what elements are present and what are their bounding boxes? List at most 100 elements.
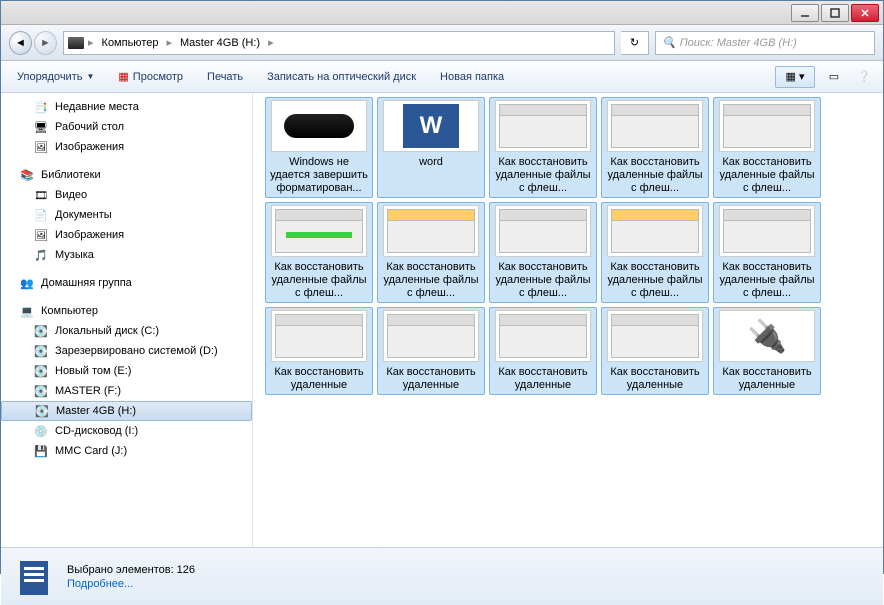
- thumbnail-label: Как восстановить удаленные файлы с флеш.…: [604, 156, 706, 195]
- thumbnail-label: Как восстановить удаленные файлы с флеш.…: [492, 261, 594, 300]
- back-button[interactable]: ◄: [9, 31, 32, 55]
- minimize-button[interactable]: [791, 4, 819, 22]
- nav-icon: 📚: [19, 167, 35, 183]
- file-thumbnail[interactable]: Как восстановить удаленные: [601, 307, 709, 395]
- preview-button[interactable]: ▦Просмотр: [110, 66, 191, 87]
- thumbnail-image: W: [383, 100, 479, 152]
- address-bar[interactable]: ▸ Компьютер ▸ Master 4GB (H:) ▸: [63, 31, 615, 55]
- file-thumbnail[interactable]: 🔌Как восстановить удаленные: [713, 307, 821, 395]
- thumbnail-image: [383, 205, 479, 257]
- sidebar-item[interactable]: 🖼 Изображения: [1, 137, 252, 157]
- burn-button[interactable]: Записать на оптический диск: [259, 67, 424, 87]
- nav-label: Недавние места: [55, 101, 139, 113]
- sidebar-item[interactable]: 📚 Библиотеки: [1, 165, 252, 185]
- nav-icon: 🖼: [33, 139, 49, 155]
- nav-icon: 📄: [33, 207, 49, 223]
- file-thumbnail[interactable]: Как восстановить удаленные файлы с флеш.…: [713, 97, 821, 198]
- organize-button[interactable]: Упорядочить▼: [9, 67, 102, 87]
- thumbnail-label: Как восстановить удаленные: [380, 366, 482, 392]
- nav-label: Зарезервировано системой (D:): [55, 345, 218, 357]
- file-thumbnail[interactable]: Как восстановить удаленные файлы с флеш.…: [265, 202, 373, 303]
- sidebar-item[interactable]: 💽Новый том (E:): [1, 361, 252, 381]
- sidebar-item[interactable]: 💽 Зарезервировано системой (D:): [1, 341, 252, 361]
- nav-label: Изображения: [55, 229, 124, 241]
- sidebar-item[interactable]: 💽 MASTER (F:): [1, 381, 252, 401]
- nav-label: MASTER (F:): [55, 385, 121, 397]
- nav-icon: 💽: [33, 363, 49, 379]
- nav-back-forward[interactable]: ◄ ►: [9, 29, 57, 57]
- thumbnail-label: Как восстановить удаленные: [492, 366, 594, 392]
- file-thumbnail[interactable]: Как восстановить удаленные файлы с флеш.…: [489, 97, 597, 198]
- sidebar-item[interactable]: 💽Master 4GB (H:): [1, 401, 252, 421]
- file-thumbnail[interactable]: Как восстановить удаленные: [489, 307, 597, 395]
- status-file-icon: [13, 556, 55, 598]
- sidebar-item[interactable]: 💿CD-дисковод (I:): [1, 421, 252, 441]
- breadcrumb-current[interactable]: Master 4GB (H:): [176, 37, 264, 49]
- search-input[interactable]: 🔍 Поиск: Master 4GB (H:): [655, 31, 875, 55]
- nav-icon: 💿: [33, 423, 49, 439]
- sidebar-item[interactable]: 💽Локальный диск (C:): [1, 321, 252, 341]
- nav-icon: 💾: [33, 443, 49, 459]
- nav-icon: 💽: [33, 383, 49, 399]
- file-thumbnail[interactable]: Как восстановить удаленные файлы с флеш.…: [601, 202, 709, 303]
- file-thumbnail[interactable]: Как восстановить удаленные файлы с флеш.…: [377, 202, 485, 303]
- sidebar-item[interactable]: 🎞Видео: [1, 185, 252, 205]
- thumbnail-image: [495, 100, 591, 152]
- sidebar-item[interactable]: 📄 Документы: [1, 205, 252, 225]
- thumbnail-image: [271, 205, 367, 257]
- thumbnail-label: Как восстановить удаленные: [268, 366, 370, 392]
- nav-icon: 👥: [19, 275, 35, 291]
- newfolder-button[interactable]: Новая папка: [432, 67, 512, 87]
- breadcrumb-root[interactable]: Компьютер: [98, 37, 163, 49]
- sidebar-item[interactable]: 👥Домашняя группа: [1, 273, 252, 293]
- sidebar-item[interactable]: 📑Недавние места: [1, 97, 252, 117]
- sidebar-item[interactable]: 🖼 Изображения: [1, 225, 252, 245]
- nav-icon: 🖥: [33, 119, 49, 135]
- breadcrumb-sep: ▸: [166, 36, 172, 49]
- nav-icon: 💻: [19, 303, 35, 319]
- help-button[interactable]: ❔: [853, 66, 875, 88]
- refresh-button[interactable]: ↻: [621, 31, 649, 55]
- nav-label: Компьютер: [41, 305, 98, 317]
- nav-label: Изображения: [55, 141, 124, 153]
- file-thumbnail[interactable]: Как восстановить удаленные файлы с флеш.…: [489, 202, 597, 303]
- file-thumbnail[interactable]: Как восстановить удаленные файлы с флеш.…: [713, 202, 821, 303]
- nav-label: Библиотеки: [41, 169, 101, 181]
- nav-icon: 💽: [33, 343, 49, 359]
- thumbnail-image: [719, 100, 815, 152]
- thumbnail-label: Как восстановить удаленные файлы с флеш.…: [716, 261, 818, 300]
- print-button[interactable]: Печать: [199, 67, 251, 87]
- breadcrumb-sep: ▸: [88, 36, 94, 49]
- sidebar-item[interactable]: 🖥 Рабочий стол: [1, 117, 252, 137]
- file-thumbnail[interactable]: Как восстановить удаленные: [265, 307, 373, 395]
- thumbnail-image: [271, 100, 367, 152]
- toolbar: Упорядочить▼ ▦Просмотр Печать Записать н…: [1, 61, 883, 93]
- titlebar: [1, 1, 883, 25]
- nav-label: Документы: [55, 209, 112, 221]
- thumbnail-image: [607, 205, 703, 257]
- thumbnail-image: [719, 205, 815, 257]
- nav-icon: 🖼: [33, 227, 49, 243]
- nav-label: Рабочий стол: [55, 121, 124, 133]
- view-button[interactable]: ▦ ▾: [775, 66, 815, 88]
- maximize-button[interactable]: [821, 4, 849, 22]
- sidebar-item[interactable]: 💾MMC Card (J:): [1, 441, 252, 461]
- nav-icon: 🎵: [33, 247, 49, 263]
- file-thumbnail[interactable]: Windows не удается завершить форматирова…: [265, 97, 373, 198]
- sidebar-item[interactable]: 💻 Компьютер: [1, 301, 252, 321]
- file-thumbnail[interactable]: Как восстановить удаленные: [377, 307, 485, 395]
- forward-button[interactable]: ►: [34, 31, 57, 55]
- thumbnail-label: Как восстановить удаленные файлы с флеш.…: [268, 261, 370, 300]
- thumbnail-label: word: [419, 156, 443, 169]
- preview-pane-button[interactable]: ▭: [823, 66, 845, 88]
- sidebar: 📑Недавние места 🖥 Рабочий стол 🖼 Изображения…: [1, 93, 253, 547]
- thumbnail-label: Как восстановить удаленные файлы с флеш.…: [604, 261, 706, 300]
- nav-icon: 🎞: [33, 187, 49, 203]
- sidebar-item[interactable]: 🎵Музыка: [1, 245, 252, 265]
- close-button[interactable]: [851, 4, 879, 22]
- status-more-link[interactable]: Подробнее...: [67, 578, 195, 590]
- thumbnail-image: [607, 100, 703, 152]
- file-grid[interactable]: Windows не удается завершить форматирова…: [253, 93, 883, 547]
- file-thumbnail[interactable]: Wword: [377, 97, 485, 198]
- file-thumbnail[interactable]: Как восстановить удаленные файлы с флеш.…: [601, 97, 709, 198]
